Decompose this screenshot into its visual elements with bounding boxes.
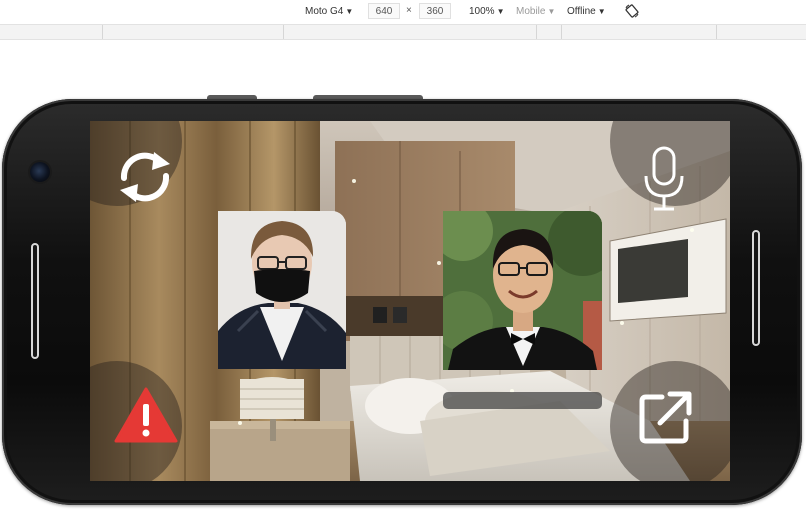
width-input[interactable]: 640 <box>368 3 400 19</box>
sparkle <box>620 321 624 325</box>
chevron-down-icon: ▼ <box>345 7 354 16</box>
ruler-segment[interactable] <box>103 25 284 39</box>
phone-speaker-left <box>31 243 39 359</box>
participant-video-1[interactable] <box>218 211 346 369</box>
chevron-down-icon: ▼ <box>597 7 606 16</box>
sparkle <box>437 261 441 265</box>
refresh-sync-icon <box>120 152 170 202</box>
height-input[interactable]: 360 <box>419 3 451 19</box>
phone-speaker-right <box>752 230 760 346</box>
external-link-icon <box>639 391 692 444</box>
network-select[interactable]: Offline ▼ <box>567 5 606 19</box>
ruler-segment[interactable] <box>284 25 537 39</box>
dimension-separator: × <box>406 5 412 16</box>
person-in-tuxedo <box>443 211 602 370</box>
chevron-down-icon: ▼ <box>496 7 505 16</box>
ruler-segment[interactable] <box>562 25 717 39</box>
switch-camera-button[interactable] <box>90 121 182 206</box>
device-select-label: Moto G4 <box>305 6 344 17</box>
person-with-mask <box>218 211 346 369</box>
network-select-label: Offline <box>567 6 596 17</box>
zoom-select[interactable]: 100% ▼ <box>469 5 505 19</box>
sparkle <box>352 179 356 183</box>
front-camera <box>30 162 50 182</box>
screen-rotate-icon[interactable] <box>625 4 639 18</box>
device-toolbar: Moto G4 ▼ 640 × 360 100% ▼ Mobile ▼ Offline… <box>0 0 806 24</box>
chevron-down-icon: ▼ <box>547 7 556 16</box>
ruler-segment[interactable] <box>0 25 103 39</box>
warning-triangle-icon <box>114 387 178 443</box>
sparkle <box>690 228 694 232</box>
sparkle <box>238 421 242 425</box>
microphone-icon <box>644 146 684 211</box>
zoom-select-label: 100% <box>469 6 495 17</box>
throttling-select[interactable]: Mobile ▼ <box>516 5 555 19</box>
media-query-ruler[interactable] <box>0 24 806 40</box>
participant-video-2[interactable] <box>443 211 602 370</box>
app-viewport[interactable] <box>90 121 730 481</box>
caption-bar <box>443 392 602 409</box>
ruler-segment[interactable] <box>537 25 562 39</box>
throttling-select-label: Mobile <box>516 6 546 17</box>
device-select[interactable]: Moto G4 ▼ <box>305 5 353 19</box>
